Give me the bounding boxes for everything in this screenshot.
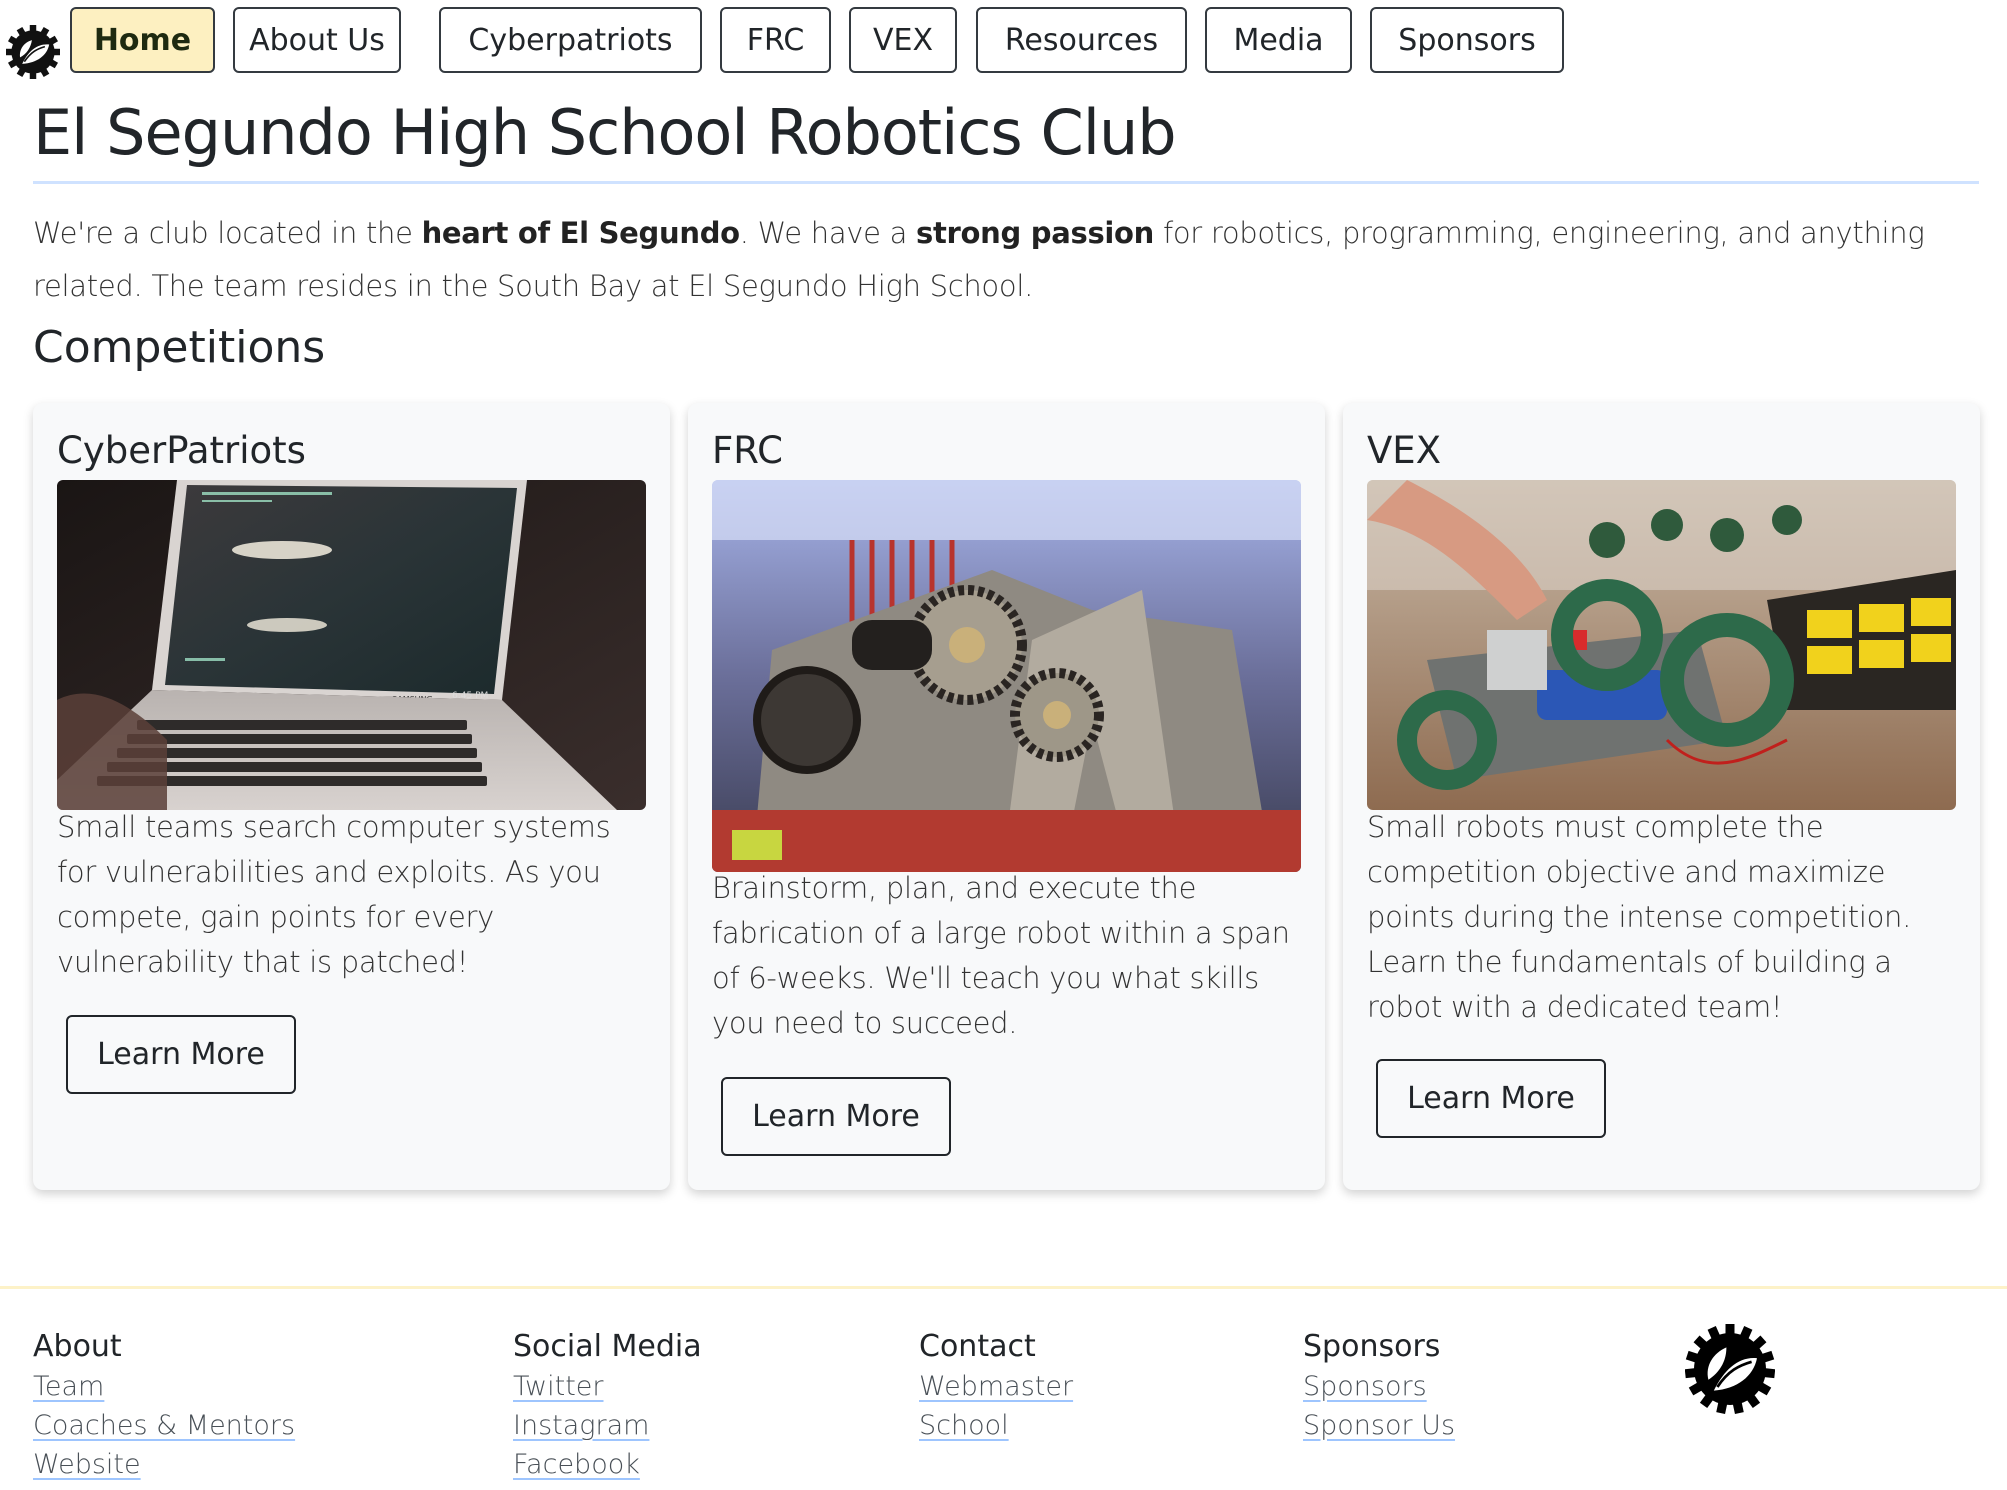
card-description: Brainstorm, plan, and execute the fabric… bbox=[712, 871, 1290, 1040]
footer-heading: Contact bbox=[919, 1329, 1036, 1364]
intro-text-2: . We have a bbox=[739, 216, 917, 250]
nav-about-us[interactable]: About Us bbox=[233, 7, 401, 73]
footer-link-coaches-mentors[interactable]: Coaches & Mentors bbox=[33, 1406, 295, 1445]
frc-robot-gears-photo bbox=[712, 480, 1301, 872]
intro-bold-passion: strong passion bbox=[916, 216, 1155, 250]
footer-link-school[interactable]: School bbox=[919, 1406, 1073, 1445]
competition-card-vex: VEX Small robots must complete the compe… bbox=[1343, 403, 1980, 1190]
vex-robot-build-photo bbox=[1367, 480, 1956, 810]
title-divider bbox=[33, 181, 1979, 184]
footer-link-webmaster[interactable]: Webmaster bbox=[919, 1367, 1073, 1406]
footer-link-website[interactable]: Website bbox=[33, 1445, 295, 1484]
learn-more-button[interactable]: Learn More bbox=[721, 1077, 951, 1156]
page-title: El Segundo High School Robotics Club bbox=[33, 96, 1177, 169]
footer-column-social-media: Social Media Twitter Instagram Facebook bbox=[513, 1327, 702, 1484]
intro-paragraph: We're a club located in the heart of El … bbox=[33, 207, 1983, 313]
competition-card-cyberpatriots: CyberPatriots SAMS bbox=[33, 403, 670, 1190]
card-description: Small robots must complete the competiti… bbox=[1367, 810, 1912, 1024]
nav-sponsors[interactable]: Sponsors bbox=[1370, 7, 1564, 73]
card-title: VEX bbox=[1367, 429, 1442, 472]
top-nav: Home About Us Cyberpatriots FRC VEX Reso… bbox=[0, 7, 2007, 79]
footer-link-sponsors[interactable]: Sponsors bbox=[1303, 1367, 1455, 1406]
competition-card-frc: FRC Brainstorm, plan, and execute the fa… bbox=[688, 403, 1325, 1190]
footer-column-sponsors: Sponsors Sponsors Sponsor Us bbox=[1303, 1327, 1455, 1445]
intro-text-1: We're a club located in the bbox=[33, 216, 422, 250]
nav-media[interactable]: Media bbox=[1205, 7, 1352, 73]
footer-column-contact: Contact Webmaster School bbox=[919, 1327, 1073, 1445]
footer-link-facebook[interactable]: Facebook bbox=[513, 1445, 702, 1484]
footer-heading: Social Media bbox=[513, 1329, 702, 1364]
footer-divider bbox=[0, 1286, 2007, 1289]
card-title: CyberPatriots bbox=[57, 429, 306, 472]
footer-link-twitter[interactable]: Twitter bbox=[513, 1367, 702, 1406]
footer-heading: About bbox=[33, 1329, 122, 1364]
intro-bold-location: heart of El Segundo bbox=[421, 216, 741, 250]
competitions-heading: Competitions bbox=[33, 322, 326, 373]
nav-home[interactable]: Home bbox=[70, 7, 215, 73]
nav-resources[interactable]: Resources bbox=[976, 7, 1187, 73]
footer-link-team[interactable]: Team bbox=[33, 1367, 295, 1406]
robotics-gear-leaf-logo-icon[interactable] bbox=[6, 25, 60, 79]
learn-more-button[interactable]: Learn More bbox=[66, 1015, 296, 1094]
footer-link-instagram[interactable]: Instagram bbox=[513, 1406, 702, 1445]
card-description: Small teams search computer systems for … bbox=[57, 810, 611, 979]
footer-link-sponsor-us[interactable]: Sponsor Us bbox=[1303, 1406, 1455, 1445]
nav-cyberpatriots[interactable]: Cyberpatriots bbox=[439, 7, 702, 73]
nav-frc[interactable]: FRC bbox=[720, 7, 831, 73]
footer-column-about: About Team Coaches & Mentors Website bbox=[33, 1327, 295, 1484]
footer-heading: Sponsors bbox=[1303, 1329, 1441, 1364]
learn-more-button[interactable]: Learn More bbox=[1376, 1059, 1606, 1138]
laptop-terminal-photo: SAMSUNG 6:45 PM bbox=[57, 480, 646, 810]
card-title: FRC bbox=[712, 429, 783, 472]
nav-vex[interactable]: VEX bbox=[849, 7, 957, 73]
robotics-gear-leaf-logo-icon bbox=[1685, 1324, 1775, 1414]
